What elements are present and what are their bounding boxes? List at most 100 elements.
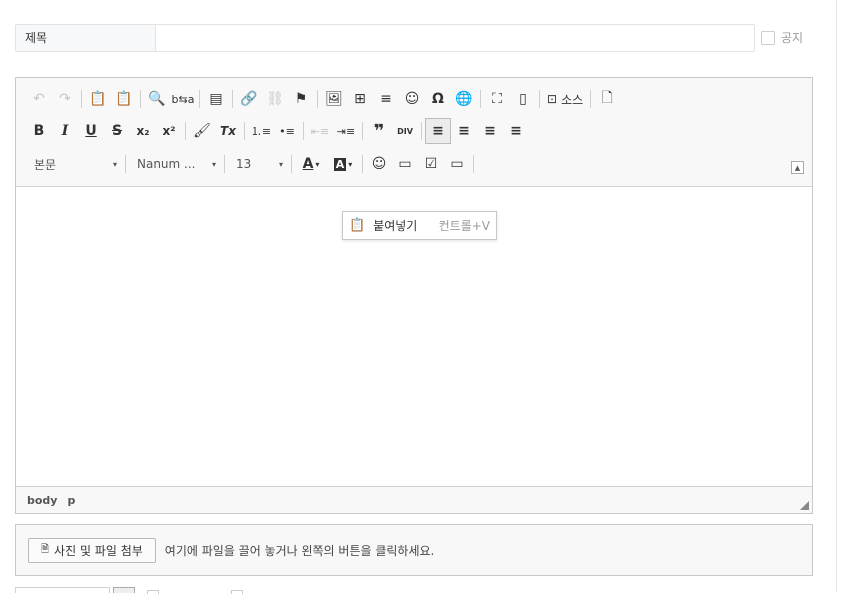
unlink-icon[interactable]: ⛓ — [262, 86, 288, 112]
toolbar-separator — [480, 90, 481, 108]
font-size-dropdown[interactable]: 13 ▾ — [228, 153, 288, 175]
notice-checkbox[interactable] — [761, 30, 775, 45]
toolbar-separator — [232, 90, 233, 108]
text-color-button[interactable]: A ▾ — [295, 151, 327, 177]
italic-button[interactable]: I — [52, 118, 78, 144]
chevron-down-icon: ▾ — [315, 159, 320, 169]
bold-button[interactable]: B — [26, 118, 52, 144]
indent-icon[interactable]: ⇥≡ — [333, 118, 359, 144]
undo-icon[interactable]: ↶ — [26, 86, 52, 112]
superscript-button[interactable]: x² — [156, 118, 182, 144]
toolbar-separator — [199, 90, 200, 108]
title-label: 제목 — [16, 25, 156, 51]
editor-toolbar: ↶ ↷ 📋 📋 🔍 b⇆a ▤ 🔗 ⛓ ⚑ 🖼 ⊞ ≡ ☺ Ω 🌐 ⛶ ▯ ⊡ … — [16, 78, 812, 187]
bottom-controls-partial — [15, 587, 243, 594]
toolbar-separator — [362, 122, 363, 140]
subscript-button[interactable]: x₂ — [130, 118, 156, 144]
partial-grid-icon[interactable] — [113, 587, 135, 593]
div-container-icon[interactable]: DIV — [392, 118, 418, 144]
title-field-group: 제목 — [15, 24, 755, 52]
new-page-icon[interactable]: 🗋 — [594, 86, 620, 112]
file-icon: 🗎 — [41, 543, 50, 555]
underline-button[interactable]: U — [78, 118, 104, 144]
emoji-icon[interactable]: ☺ — [366, 151, 392, 177]
toolbar-separator — [590, 90, 592, 108]
maximize-icon[interactable]: ⛶ — [484, 86, 510, 112]
special-char-icon[interactable]: Ω — [425, 86, 451, 112]
template-icon[interactable]: ▤ — [203, 86, 229, 112]
file-attach-area[interactable]: 🗎 사진 및 파일 첨부 여기에 파일을 끌어 놓거나 왼쪽의 버튼을 클릭하세… — [15, 524, 813, 576]
paste-text-icon[interactable]: 📋 — [85, 86, 111, 112]
chevron-down-icon: ▾ — [278, 159, 283, 169]
paste-label: 붙여넣기 — [373, 219, 418, 233]
toolbar-separator — [317, 90, 318, 108]
find-icon[interactable]: 🔍 — [144, 86, 170, 112]
attach-file-button[interactable]: 🗎 사진 및 파일 첨부 — [28, 537, 156, 563]
notice-label: 공지 — [781, 31, 804, 45]
source-label: 소스 — [561, 92, 584, 107]
toolbar-separator — [473, 155, 474, 173]
bulleted-list-icon[interactable]: •≡ — [274, 118, 300, 144]
toolbar-row-2: B I U S x₂ x² 🖌 Tx ⒈≡ •≡ ⇤≡ ⇥≡ ❞ DIV ≡ ≡… — [26, 118, 529, 144]
chevron-down-icon: ▾ — [348, 159, 353, 169]
redo-icon[interactable]: ↷ — [52, 86, 78, 112]
outdent-icon[interactable]: ⇤≡ — [307, 118, 333, 144]
toolbar-separator — [539, 90, 540, 108]
align-center-icon[interactable]: ≡ — [451, 118, 477, 144]
image-gallery-2-icon[interactable]: ▭ — [444, 151, 470, 177]
replace-icon[interactable]: b⇆a — [170, 86, 196, 112]
anchor-icon[interactable]: ⚑ — [288, 86, 314, 112]
toolbar-row-1: ↶ ↷ 📋 📋 🔍 b⇆a ▤ 🔗 ⛓ ⚑ 🖼 ⊞ ≡ ☺ Ω 🌐 ⛶ ▯ ⊡ … — [26, 86, 620, 112]
horizontal-rule-icon[interactable]: ≡ — [373, 86, 399, 112]
chevron-down-icon: ▾ — [112, 159, 117, 169]
toolbar-separator — [185, 122, 186, 140]
notice-toggle[interactable]: 공지 — [761, 29, 803, 46]
source-button[interactable]: ⊡ 소스 — [543, 86, 587, 112]
source-icon: ⊡ — [547, 92, 558, 106]
toolbar-separator — [291, 155, 292, 173]
collapse-toolbar-icon[interactable]: ▲ — [791, 161, 804, 174]
checkbox-icon[interactable]: ☑ — [418, 151, 444, 177]
image-icon[interactable]: 🖼 — [321, 86, 347, 112]
toolbar-separator — [303, 122, 304, 140]
iframe-icon[interactable]: 🌐 — [451, 86, 477, 112]
toolbar-separator — [81, 90, 82, 108]
align-right-icon[interactable]: ≡ — [477, 118, 503, 144]
element-path-p[interactable]: p — [67, 494, 75, 507]
partial-select[interactable] — [15, 587, 110, 593]
attach-hint: 여기에 파일을 끌어 놓거나 왼쪽의 버튼을 클릭하세요. — [164, 543, 435, 558]
copy-format-icon[interactable]: 🖌 — [189, 118, 215, 144]
title-input[interactable] — [156, 25, 754, 51]
paste-shortcut: 컨트롤+V — [438, 219, 490, 233]
format-dropdown[interactable]: 본문 ▾ — [26, 153, 122, 175]
image-gallery-icon[interactable]: ▭ — [392, 151, 418, 177]
toolbar-separator — [140, 90, 141, 108]
element-path-body[interactable]: body — [27, 494, 57, 507]
partial-checkbox[interactable] — [231, 590, 243, 594]
justify-icon[interactable]: ≡ — [503, 118, 529, 144]
remove-format-button[interactable]: Tx — [215, 118, 241, 144]
text-color-icon: A — [302, 156, 314, 172]
align-left-icon[interactable]: ≡ — [425, 118, 451, 144]
resize-handle-icon[interactable] — [800, 501, 809, 510]
font-value: Nanum ... — [137, 157, 196, 171]
link-icon[interactable]: 🔗 — [236, 86, 262, 112]
page-right-border — [836, 0, 837, 592]
toolbar-separator — [244, 122, 245, 140]
partial-checkbox[interactable] — [147, 590, 159, 594]
numbered-list-icon[interactable]: ⒈≡ — [248, 118, 274, 144]
blockquote-icon[interactable]: ❞ — [366, 118, 392, 144]
toolbar-separator — [362, 155, 363, 173]
table-icon[interactable]: ⊞ — [347, 86, 373, 112]
paste-from-word-icon[interactable]: 📋 — [111, 86, 137, 112]
editor-content-area[interactable]: 📋 붙여넣기 컨트롤+V — [16, 187, 812, 487]
smiley-icon[interactable]: ☺ — [399, 86, 425, 112]
bg-color-button[interactable]: A ▾ — [327, 151, 359, 177]
show-blocks-icon[interactable]: ▯ — [510, 86, 536, 112]
clipboard-icon: 📋 — [349, 218, 366, 233]
toolbar-separator — [125, 155, 126, 173]
context-menu-paste[interactable]: 📋 붙여넣기 컨트롤+V — [342, 211, 497, 240]
font-size-value: 13 — [236, 157, 252, 171]
font-dropdown[interactable]: Nanum ... ▾ — [129, 153, 221, 175]
strikethrough-button[interactable]: S — [104, 118, 130, 144]
